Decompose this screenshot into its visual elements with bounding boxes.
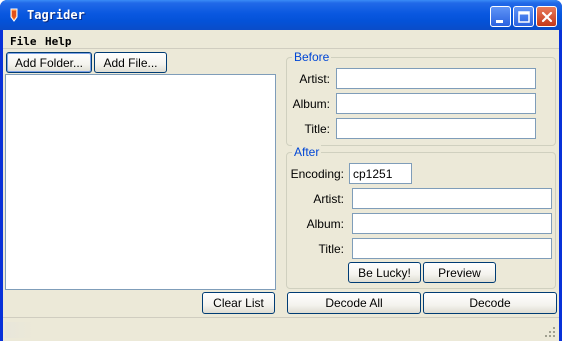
- before-title-label: Title:: [304, 122, 330, 136]
- pencil-icon: [8, 8, 20, 22]
- maximize-icon: [518, 11, 530, 23]
- before-artist-field[interactable]: [336, 68, 536, 89]
- before-album-label: Album:: [292, 97, 330, 111]
- after-title-field[interactable]: [352, 238, 552, 259]
- menu-divider: [3, 48, 559, 49]
- minimize-icon: [496, 20, 503, 23]
- app-window: Tagrider File Help Add Folder... Add Fil…: [0, 0, 562, 341]
- resize-grip-icon[interactable]: [544, 326, 556, 338]
- file-list[interactable]: [5, 74, 276, 290]
- window-title: Tagrider: [27, 8, 85, 22]
- before-artist-label: Artist:: [299, 72, 330, 86]
- before-group-title: Before: [292, 50, 332, 64]
- be-lucky-button[interactable]: Be Lucky!: [348, 262, 421, 283]
- encoding-label: Encoding:: [290, 167, 344, 181]
- clear-list-button[interactable]: Clear List: [202, 292, 275, 314]
- menu-file[interactable]: File: [10, 35, 37, 48]
- close-button[interactable]: [536, 6, 557, 27]
- minimize-button[interactable]: [490, 6, 511, 27]
- after-title-label: Title:: [318, 242, 344, 256]
- close-icon: [541, 11, 553, 23]
- encoding-field[interactable]: [349, 163, 412, 184]
- after-album-field[interactable]: [352, 213, 552, 234]
- before-album-field[interactable]: [336, 93, 536, 114]
- menu-help[interactable]: Help: [45, 35, 72, 48]
- after-artist-field[interactable]: [352, 188, 552, 209]
- title-bar[interactable]: Tagrider: [0, 0, 562, 30]
- decode-all-button[interactable]: Decode All: [287, 292, 421, 314]
- add-file-button[interactable]: Add File...: [94, 52, 167, 73]
- preview-button[interactable]: Preview: [423, 262, 496, 283]
- status-panel: [5, 322, 35, 338]
- after-album-label: Album:: [306, 217, 344, 231]
- after-group-title: After: [292, 145, 322, 159]
- maximize-button[interactable]: [513, 6, 534, 27]
- client-area: File Help Add Folder... Add File... Clea…: [3, 30, 559, 341]
- add-folder-button[interactable]: Add Folder...: [6, 52, 92, 73]
- after-artist-label: Artist:: [313, 192, 344, 206]
- status-bar: [3, 317, 559, 341]
- decode-button[interactable]: Decode: [423, 292, 557, 314]
- before-title-field[interactable]: [336, 118, 536, 139]
